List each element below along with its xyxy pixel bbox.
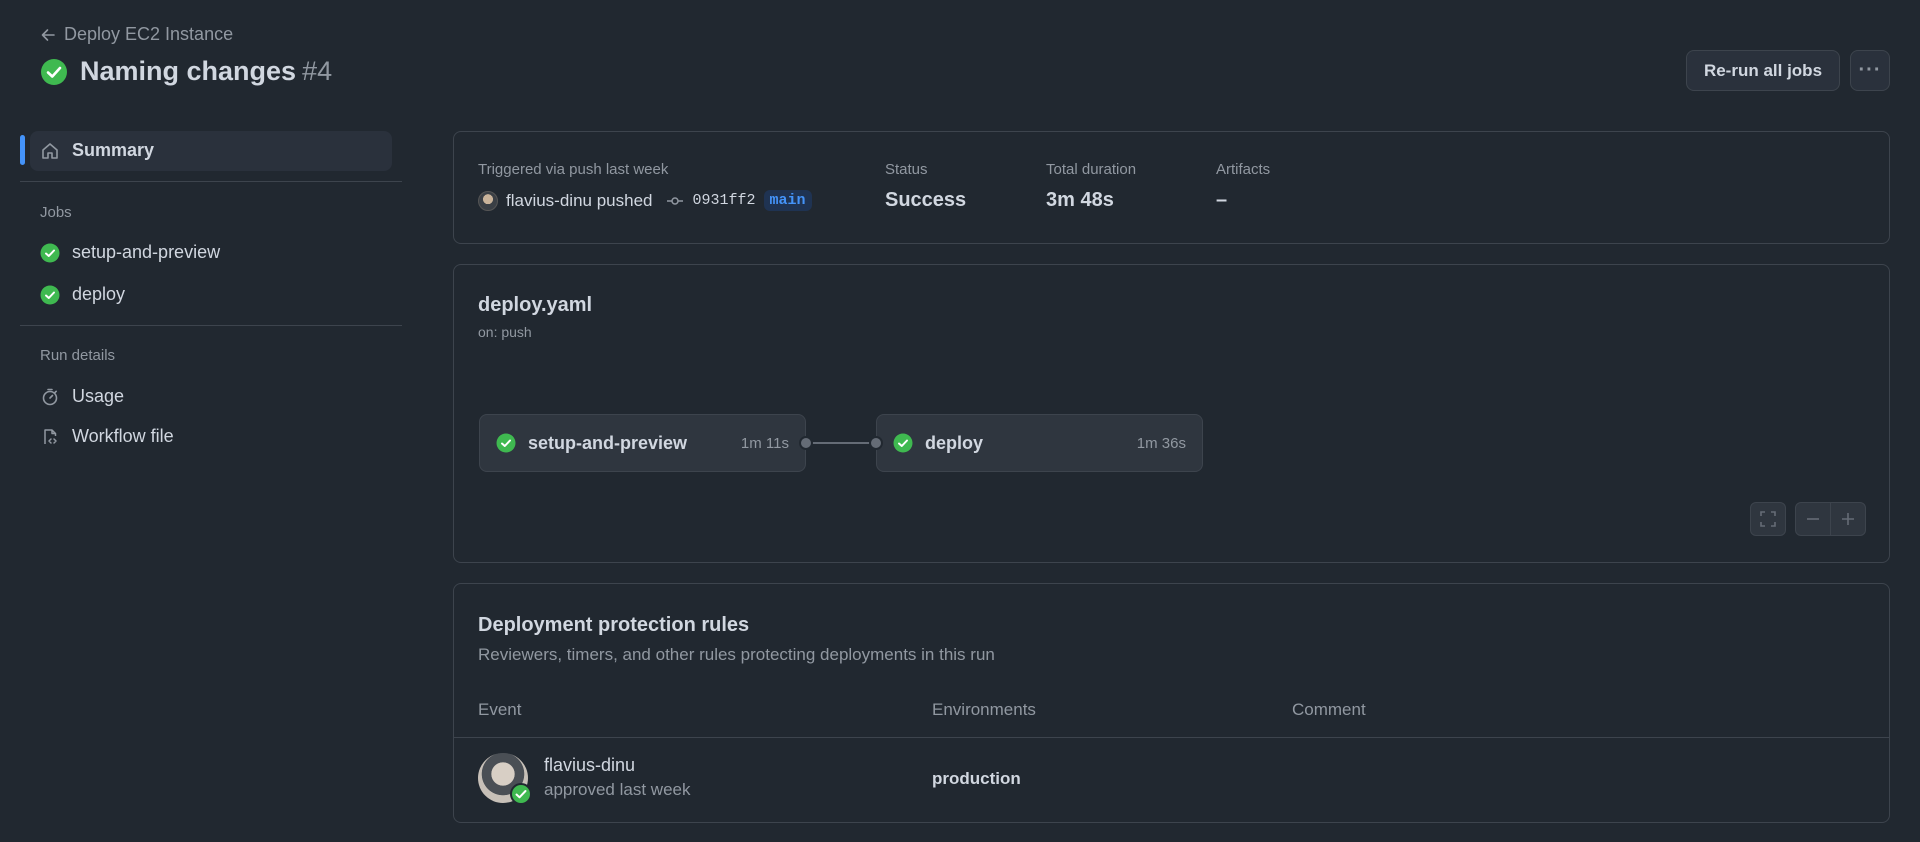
fullscreen-button[interactable] [1750, 502, 1786, 536]
sidebar-item-usage[interactable]: Usage [40, 386, 124, 407]
back-link[interactable]: Deploy EC2 Instance [40, 24, 233, 45]
trigger-info: flavius-dinu pushed 0931ff2 main [478, 190, 812, 211]
sidebar-item-workflow-file[interactable]: Workflow file [40, 426, 174, 447]
commit-sha-link[interactable]: 0931ff2 [692, 192, 755, 209]
minus-icon [1807, 518, 1819, 520]
sidebar-divider [20, 325, 402, 326]
arrow-left-icon [41, 28, 55, 41]
sidebar-job-label: deploy [72, 284, 126, 304]
sidebar-job-label: setup-and-preview [72, 242, 221, 262]
workflow-file-name: deploy.yaml [478, 294, 593, 316]
check-circle-icon [40, 285, 60, 304]
run-number: #4 [302, 56, 333, 86]
check-circle-icon [40, 243, 60, 262]
protection-title: Deployment protection rules [478, 614, 750, 636]
back-link-label: Deploy EC2 Instance [64, 24, 234, 44]
sidebar-summary[interactable]: Summary [40, 140, 154, 161]
avatar [478, 190, 498, 211]
protection-subtitle: Reviewers, timers, and other rules prote… [478, 645, 995, 664]
check-circle-icon [496, 433, 516, 453]
sidebar-item-label: Usage [72, 386, 125, 406]
column-header-comment: Comment [1292, 700, 1366, 719]
job-node-setup-and-preview[interactable]: setup-and-preview 1m 11s [479, 414, 806, 472]
duration-value: 3m 48s [1046, 189, 1114, 211]
table-divider [454, 737, 1889, 738]
zoom-out-button[interactable] [1795, 502, 1831, 536]
check-circle-icon [893, 433, 913, 453]
connector-dot [869, 436, 883, 450]
job-connector [806, 442, 876, 444]
sidebar-summary-label: Summary [72, 140, 155, 160]
artifacts-value: – [1216, 189, 1228, 211]
column-header-event: Event [478, 700, 522, 719]
zoom-in-button[interactable] [1830, 502, 1866, 536]
sidebar-job-deploy[interactable]: deploy [40, 284, 125, 305]
job-duration: 1m 11s [740, 434, 789, 452]
rerun-all-jobs-button[interactable]: Re-run all jobs [1686, 50, 1840, 91]
sidebar-item-label: Workflow file [72, 426, 174, 446]
status-value: Success [885, 189, 967, 211]
sidebar-job-setup-and-preview[interactable]: setup-and-preview [40, 242, 220, 263]
duration-label: Total duration [1046, 161, 1137, 178]
artifacts-label: Artifacts [1216, 161, 1271, 178]
review-status: approved last week [544, 780, 691, 799]
run-summary-card [453, 131, 1890, 244]
connector-dot [799, 436, 813, 450]
job-node-deploy[interactable]: deploy 1m 36s [876, 414, 1203, 472]
stopwatch-icon [42, 388, 58, 405]
job-duration: 1m 36s [1136, 434, 1186, 452]
active-indicator [20, 135, 25, 165]
column-header-environments: Environments [932, 700, 1036, 719]
file-code-icon [44, 428, 57, 444]
sidebar-divider [20, 181, 402, 182]
environment-name: production [932, 769, 1021, 788]
run-details-heading: Run details [40, 347, 116, 364]
run-title: Naming changes #4 [80, 56, 333, 86]
reviewer-name[interactable]: flavius-dinu [544, 755, 635, 776]
more-options-button[interactable]: ··· [1850, 50, 1890, 91]
check-circle-icon [41, 58, 67, 85]
git-commit-icon [667, 196, 684, 205]
page-title: Naming changes #4 [40, 56, 332, 87]
trigger-label: Triggered via push last week [478, 161, 669, 178]
plus-icon [1842, 513, 1854, 525]
status-label: Status [885, 161, 928, 178]
fullscreen-icon [1760, 511, 1776, 527]
check-circle-icon [510, 783, 532, 805]
branch-badge[interactable]: main [763, 190, 812, 211]
job-name: deploy [925, 432, 984, 453]
actor-link[interactable]: flavius-dinu pushed [506, 191, 652, 211]
job-name: setup-and-preview [528, 432, 688, 453]
workflow-trigger-event: on: push [478, 324, 532, 340]
jobs-heading: Jobs [40, 204, 72, 221]
home-icon [42, 142, 58, 159]
